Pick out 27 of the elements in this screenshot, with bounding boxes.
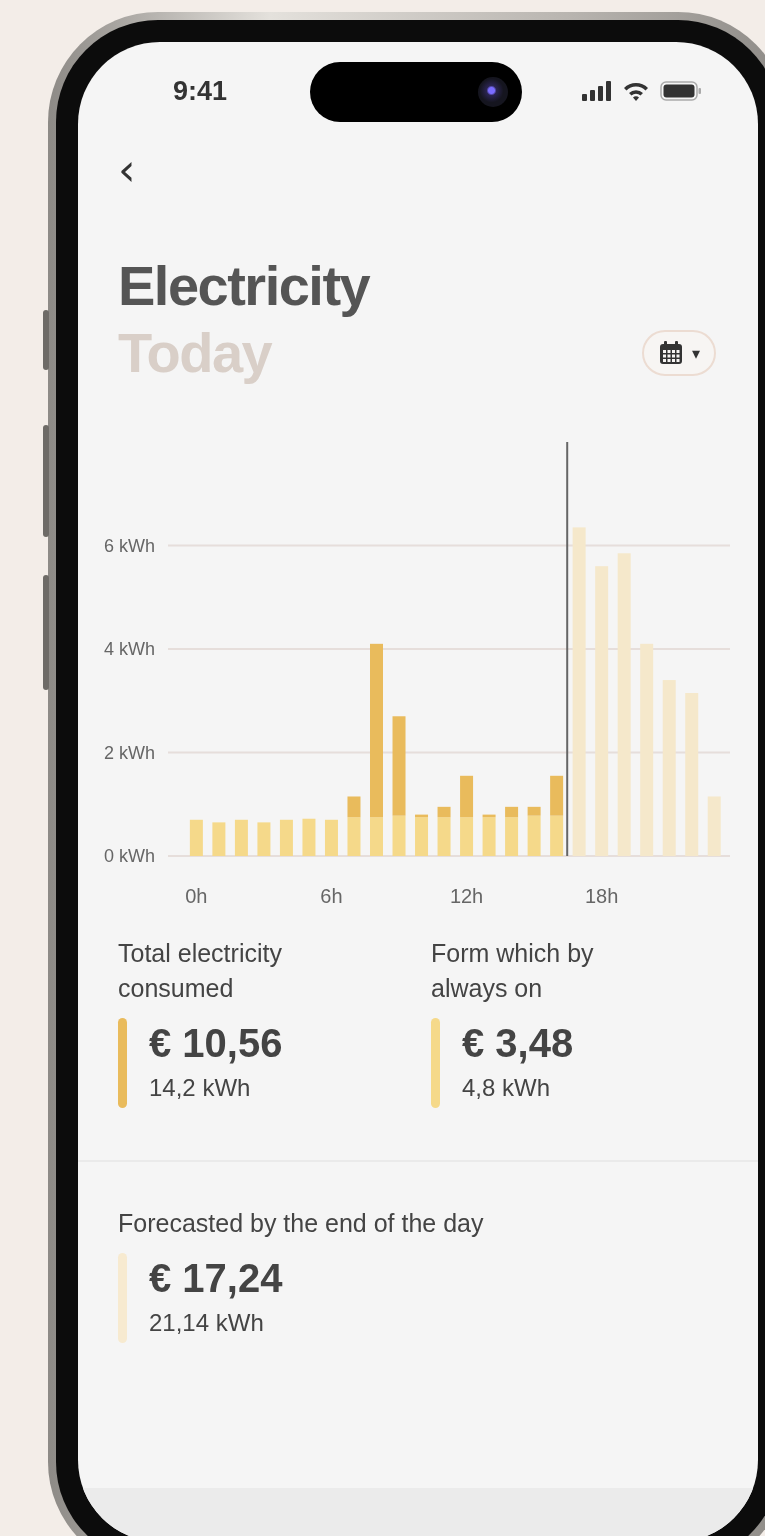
y-axis-label: 6 kWh	[104, 535, 155, 556]
y-axis-label: 2 kWh	[104, 742, 155, 763]
y-axis-label: 4 kWh	[104, 639, 155, 659]
energy-value: 4,8 kWh	[462, 1073, 552, 1103]
signal-icon	[582, 81, 612, 101]
back-button[interactable]: ‹	[118, 150, 136, 190]
status-time: 9:41	[173, 75, 228, 107]
x-axis-label: 18h	[584, 885, 619, 907]
x-axis-label: 12h	[449, 885, 484, 907]
caret-icon: ▾	[692, 343, 700, 363]
stat-label: Forecasted by the end of the day	[118, 1208, 485, 1239]
battery-icon	[660, 81, 702, 101]
wifi-icon	[622, 81, 650, 101]
x-axis-label: 6h	[320, 885, 343, 907]
y-axis-label: 0 kWh	[104, 846, 155, 866]
calendar-icon	[658, 340, 684, 366]
stat-label: Total electricity consumed	[118, 938, 283, 1004]
stat-label: Form which by always on	[431, 938, 595, 1004]
date-picker-button[interactable]: ▾	[642, 330, 716, 376]
cost-value: € 10,56	[149, 1020, 283, 1067]
x-axis-label: 0h	[185, 885, 208, 907]
cost-value: € 3,48	[462, 1020, 574, 1067]
page-title: Electricity	[118, 254, 371, 318]
camera-icon	[478, 77, 508, 107]
energy-value: 14,2 kWh	[149, 1073, 252, 1103]
cost-value: € 17,24	[149, 1255, 283, 1302]
energy-value: 21,14 kWh	[149, 1308, 265, 1338]
